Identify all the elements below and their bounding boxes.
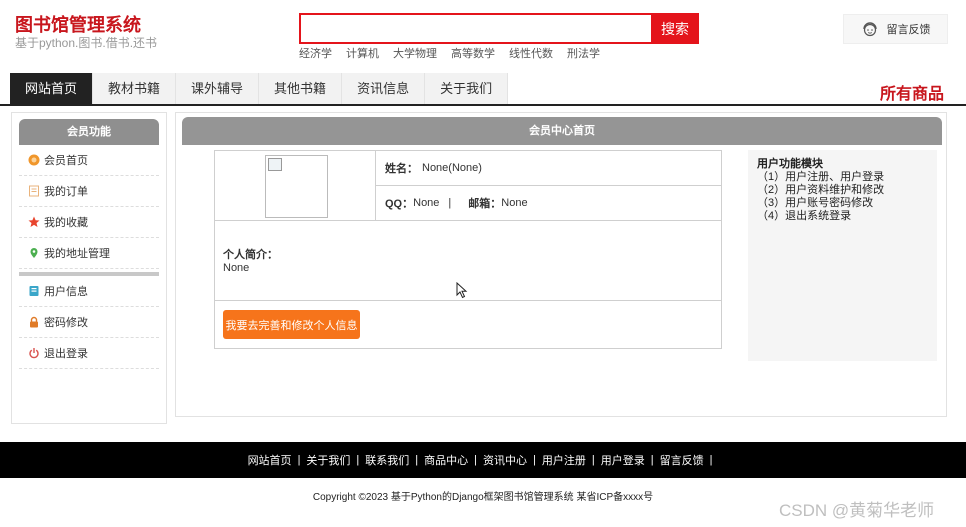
help-item: （3）用户账号密码修改	[757, 197, 874, 209]
page-title: 会员中心首页	[182, 117, 942, 145]
sidebar-item-label: 用户信息	[44, 286, 88, 298]
feedback-label: 留言反馈	[886, 24, 931, 36]
search-bar: 搜索	[299, 13, 699, 44]
nav-item-about[interactable]: 关于我们	[425, 73, 509, 104]
edit-profile-button[interactable]: 我要去完善和修改个人信息	[223, 310, 360, 339]
footer-link-contact[interactable]: 联系我们	[365, 452, 409, 468]
user-info-icon	[28, 285, 40, 297]
site-subtitle: 基于python.图书.借书.还书	[15, 36, 158, 50]
bio-value: None	[223, 262, 250, 274]
nav-item-other-books[interactable]: 其他书籍	[259, 73, 343, 104]
sidebar-item-label: 我的收藏	[44, 217, 88, 229]
name-row: 姓名： None(None)	[376, 151, 721, 186]
separator: |	[448, 197, 452, 209]
nav-item-home[interactable]: 网站首页	[10, 73, 94, 104]
main-nav: 网站首页 教材书籍 课外辅导 其他书籍 资讯信息 关于我们	[10, 73, 509, 104]
avatar	[265, 155, 328, 218]
hot-word-link[interactable]: 经济学	[299, 45, 332, 61]
member-sidebar: 会员功能 会员首页 我的订单 我的收藏 我的地址管理 用户信息 密码修改 退出登…	[11, 112, 167, 424]
sidebar-item-address[interactable]: 我的地址管理	[19, 238, 159, 269]
footer-link-products[interactable]: 商品中心	[424, 452, 468, 468]
hot-word-link[interactable]: 高等数学	[451, 45, 495, 61]
help-item: （1）用户注册、用户登录	[757, 171, 885, 183]
sidebar-item-logout[interactable]: 退出登录	[19, 338, 159, 369]
footer-nav: 网站首页 | 关于我们 | 联系我们 | 商品中心 | 资讯中心 | 用户注册 | 用户登录…	[0, 442, 966, 478]
sidebar-item-label: 我的地址管理	[44, 248, 110, 260]
lock-icon	[28, 316, 40, 328]
mouse-cursor-icon	[456, 281, 468, 302]
bio-row: 个人简介： None	[215, 221, 721, 301]
nav-item-textbooks[interactable]: 教材书籍	[93, 73, 177, 104]
contact-row: QQ： None | 邮箱： None	[376, 186, 721, 221]
sidebar-item-member-home[interactable]: 会员首页	[19, 145, 159, 176]
name-value: None(None)	[422, 162, 482, 174]
power-icon	[28, 347, 40, 359]
sidebar-item-label: 我的订单	[44, 186, 88, 198]
footer-link-about[interactable]: 关于我们	[306, 452, 350, 468]
order-icon	[28, 185, 40, 197]
qq-value: None	[413, 197, 440, 209]
help-item: （2）用户资料维护和修改	[757, 184, 885, 196]
hot-word-link[interactable]: 大学物理	[393, 45, 437, 61]
sidebar-item-user-info[interactable]: 用户信息	[19, 276, 159, 307]
feedback-button[interactable]: 留言反馈	[843, 14, 948, 44]
nav-item-tutoring[interactable]: 课外辅导	[176, 73, 260, 104]
star-icon	[28, 216, 40, 228]
all-goods-link[interactable]: 所有商品	[880, 80, 944, 104]
sidebar-item-favorites[interactable]: 我的收藏	[19, 207, 159, 238]
footer-link-login[interactable]: 用户登录	[601, 452, 645, 468]
email-label: 邮箱：	[468, 198, 502, 210]
footer-link-home[interactable]: 网站首页	[248, 452, 292, 468]
sidebar-item-label: 会员首页	[44, 155, 88, 167]
footer-link-news[interactable]: 资讯中心	[483, 452, 527, 468]
bio-label: 个人简介：	[223, 249, 278, 261]
help-title: 用户功能模块	[757, 158, 823, 170]
search-button[interactable]: 搜索	[651, 13, 699, 44]
help-item: （4）退出系统登录	[757, 210, 852, 222]
member-home-icon	[28, 154, 40, 166]
sidebar-title: 会员功能	[19, 119, 159, 145]
footer-link-register[interactable]: 用户注册	[542, 452, 586, 468]
sidebar-item-password[interactable]: 密码修改	[19, 307, 159, 338]
sidebar-item-label: 退出登录	[44, 348, 88, 360]
sidebar-item-my-orders[interactable]: 我的订单	[19, 176, 159, 207]
sidebar-item-label: 密码修改	[44, 317, 88, 329]
name-label: 姓名：	[385, 163, 418, 175]
footer-link-feedback[interactable]: 留言反馈	[660, 452, 704, 468]
help-panel: 用户功能模块 （1）用户注册、用户登录 （2）用户资料维护和修改 （3）用户账号…	[748, 150, 937, 361]
hot-word-link[interactable]: 计算机	[346, 45, 379, 61]
hot-words: 经济学 计算机 大学物理 高等数学 线性代数 刑法学	[299, 45, 614, 61]
profile-table: 姓名： None(None) QQ： None | 邮箱： None 个人简介：…	[214, 150, 722, 349]
headset-icon	[861, 20, 879, 38]
avatar-cell	[215, 151, 376, 221]
member-center-panel: 会员中心首页 姓名： None(None) QQ： None | 邮箱： Non…	[175, 112, 947, 417]
watermark: CSDN @黄菊华老师	[779, 501, 935, 520]
search-input[interactable]	[301, 15, 651, 42]
hot-word-link[interactable]: 线性代数	[509, 45, 553, 61]
nav-divider	[0, 104, 966, 106]
email-value: None	[501, 197, 528, 209]
location-icon	[28, 247, 40, 259]
qq-label: QQ：	[385, 198, 414, 210]
hot-word-link[interactable]: 刑法学	[567, 45, 600, 61]
nav-item-news[interactable]: 资讯信息	[342, 73, 426, 104]
